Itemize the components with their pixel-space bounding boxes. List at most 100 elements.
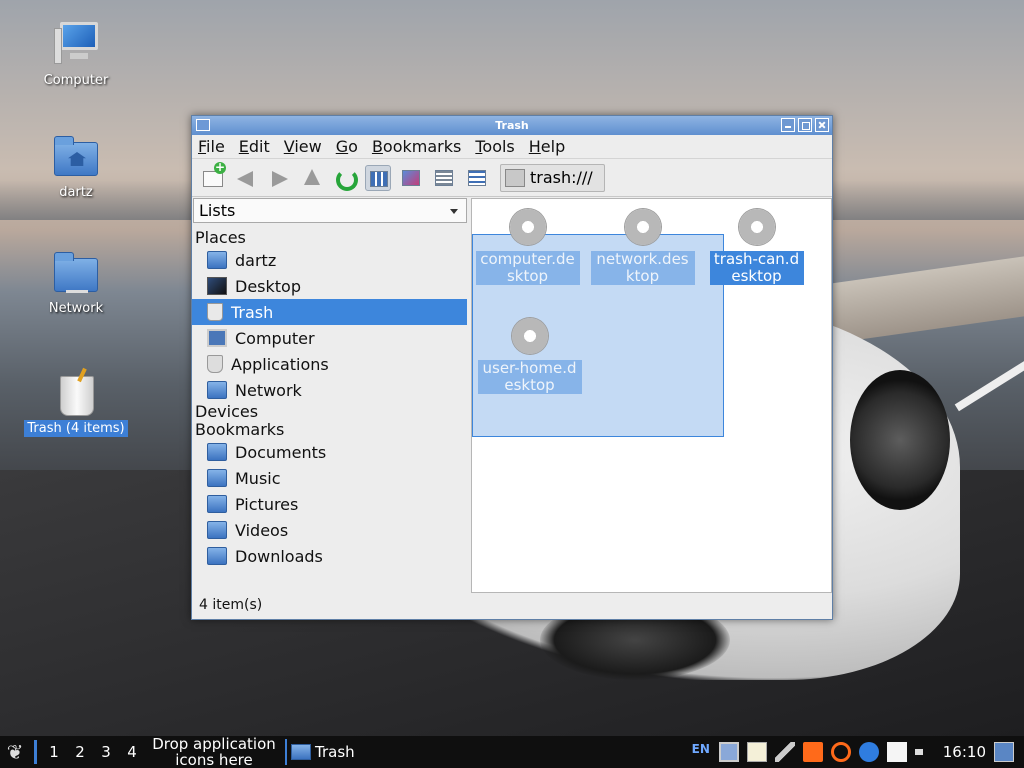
network-folder-icon xyxy=(52,248,100,296)
desktop-icon-label: dartz xyxy=(59,185,93,200)
file-item-network-desktop[interactable]: network.desktop xyxy=(589,205,696,285)
clipboard-icon[interactable] xyxy=(746,742,767,762)
reload-button[interactable] xyxy=(332,165,358,191)
side-pane-mode-select[interactable]: Lists xyxy=(193,198,467,223)
menu-bar: File Edit View Go Bookmarks Tools Help xyxy=(192,135,832,159)
tools-icon[interactable] xyxy=(774,742,795,762)
taskbar: ❦ 1 2 3 4 Drop application icons here Tr… xyxy=(0,736,1024,768)
task-label: Trash xyxy=(315,743,355,761)
menu-file[interactable]: File xyxy=(198,137,225,156)
file-manager-window[interactable]: Trash File Edit View Go Bookmarks Tools … xyxy=(191,115,833,620)
info-icon[interactable] xyxy=(858,742,879,762)
file-item-trash-can-desktop[interactable]: trash-can.desktop xyxy=(703,205,810,285)
sidebar-item-applications[interactable]: Applications xyxy=(192,351,468,377)
network-icon[interactable] xyxy=(718,742,739,762)
new-tab-button[interactable] xyxy=(200,161,226,191)
sidebar-item-pictures[interactable]: Pictures xyxy=(192,491,468,517)
keyboard-layout-indicator[interactable]: EN xyxy=(691,742,711,762)
window-titlebar[interactable]: Trash xyxy=(192,116,832,135)
file-name: network.desktop xyxy=(590,251,695,285)
taskbar-separator xyxy=(34,740,37,764)
bookmarks-header[interactable]: Bookmarks xyxy=(192,421,468,439)
side-pane: Lists Places dartz Desktop Trash Compute… xyxy=(192,198,468,593)
music-folder-icon xyxy=(207,469,227,487)
places-header[interactable]: Places xyxy=(192,229,468,247)
maximize-button[interactable] xyxy=(798,118,812,132)
back-button[interactable] xyxy=(233,165,259,191)
file-name: trash-can.desktop xyxy=(709,251,804,285)
up-button[interactable] xyxy=(299,165,325,191)
compact-view-button[interactable] xyxy=(431,165,457,191)
detailed-view-icon xyxy=(468,169,486,186)
system-tray: EN 16:10 xyxy=(691,742,1024,762)
sidebar-item-trash[interactable]: Trash xyxy=(192,299,467,325)
desktop-switch-3[interactable]: 3 xyxy=(93,743,119,761)
thumbnail-view-button[interactable] xyxy=(398,165,424,191)
close-button[interactable] xyxy=(815,118,829,132)
menu-edit[interactable]: Edit xyxy=(239,137,270,156)
file-name: user-home.desktop xyxy=(477,360,582,394)
sidebar-item-documents[interactable]: Documents xyxy=(192,439,468,465)
desktop-switch-2[interactable]: 2 xyxy=(67,743,93,761)
quick-launch-bar[interactable]: Drop application icons here xyxy=(151,736,277,768)
sidebar-item-downloads[interactable]: Downloads xyxy=(192,543,468,569)
sidebar-item-computer[interactable]: Computer xyxy=(192,325,468,351)
file-item-computer-desktop[interactable]: computer.desktop xyxy=(474,205,581,285)
menu-view[interactable]: View xyxy=(284,137,322,156)
location-path: trash:/// xyxy=(530,168,593,187)
devices-header[interactable]: Devices xyxy=(192,403,468,421)
menu-bookmarks[interactable]: Bookmarks xyxy=(372,137,461,156)
desktop-icon-computer[interactable]: Computer xyxy=(21,20,131,89)
desktop-icon-trash[interactable]: Trash (4 items) xyxy=(21,367,131,437)
desktop-icon-label: Computer xyxy=(43,73,109,88)
home-folder-icon xyxy=(52,132,100,180)
icon-view-icon xyxy=(370,170,388,187)
home-folder-icon xyxy=(207,251,227,269)
desktop-switch-4[interactable]: 4 xyxy=(119,743,145,761)
file-item-user-home-desktop[interactable]: user-home.desktop xyxy=(476,314,583,394)
menu-tools[interactable]: Tools xyxy=(475,137,514,156)
desktop-switch-1[interactable]: 1 xyxy=(41,743,67,761)
notes-icon[interactable] xyxy=(886,742,907,762)
menu-go[interactable]: Go xyxy=(336,137,358,156)
update-icon[interactable] xyxy=(802,742,823,762)
location-button[interactable]: trash:/// xyxy=(500,163,605,192)
sidebar-item-music[interactable]: Music xyxy=(192,465,468,491)
desktop-icon xyxy=(207,277,227,295)
show-desktop-icon[interactable] xyxy=(994,742,1014,762)
menu-help[interactable]: Help xyxy=(529,137,565,156)
computer-icon xyxy=(52,20,100,68)
minimize-button[interactable] xyxy=(781,118,795,132)
chevron-down-icon xyxy=(450,209,458,214)
toolbar: trash:/// xyxy=(192,159,832,197)
sidebar-item-dartz[interactable]: dartz xyxy=(192,247,468,273)
window-title: Trash xyxy=(495,119,529,132)
trash-icon xyxy=(52,367,100,416)
sidebar-item-network[interactable]: Network xyxy=(192,377,468,403)
back-arrow-icon xyxy=(237,170,253,187)
clock[interactable]: 16:10 xyxy=(943,743,986,761)
file-view[interactable]: computer.desktop network.desktop trash-c… xyxy=(471,198,832,593)
file-name: computer.desktop xyxy=(475,251,580,285)
icon-view-button[interactable] xyxy=(365,164,391,191)
downloads-folder-icon xyxy=(207,547,227,565)
taskbar-task-trash[interactable]: Trash xyxy=(285,739,355,765)
forward-arrow-icon xyxy=(272,170,288,187)
window-app-icon[interactable] xyxy=(196,119,210,131)
gear-icon xyxy=(620,205,665,249)
gear-icon xyxy=(507,314,552,358)
detailed-view-button[interactable] xyxy=(464,165,490,191)
power-icon[interactable] xyxy=(830,742,851,762)
desktop-icon-network[interactable]: Network xyxy=(21,248,131,317)
sidebar-item-videos[interactable]: Videos xyxy=(192,517,468,543)
wallpaper-road-line xyxy=(954,356,1024,412)
start-menu-button[interactable]: ❦ xyxy=(0,736,30,768)
forward-button[interactable] xyxy=(266,165,292,191)
desktop-icon-dartz[interactable]: dartz xyxy=(21,132,131,201)
documents-folder-icon xyxy=(207,443,227,461)
videos-folder-icon xyxy=(207,521,227,539)
volume-icon[interactable] xyxy=(914,742,931,762)
sidebar-item-desktop[interactable]: Desktop xyxy=(192,273,468,299)
thumbnail-view-icon xyxy=(402,169,420,186)
pictures-folder-icon xyxy=(207,495,227,513)
